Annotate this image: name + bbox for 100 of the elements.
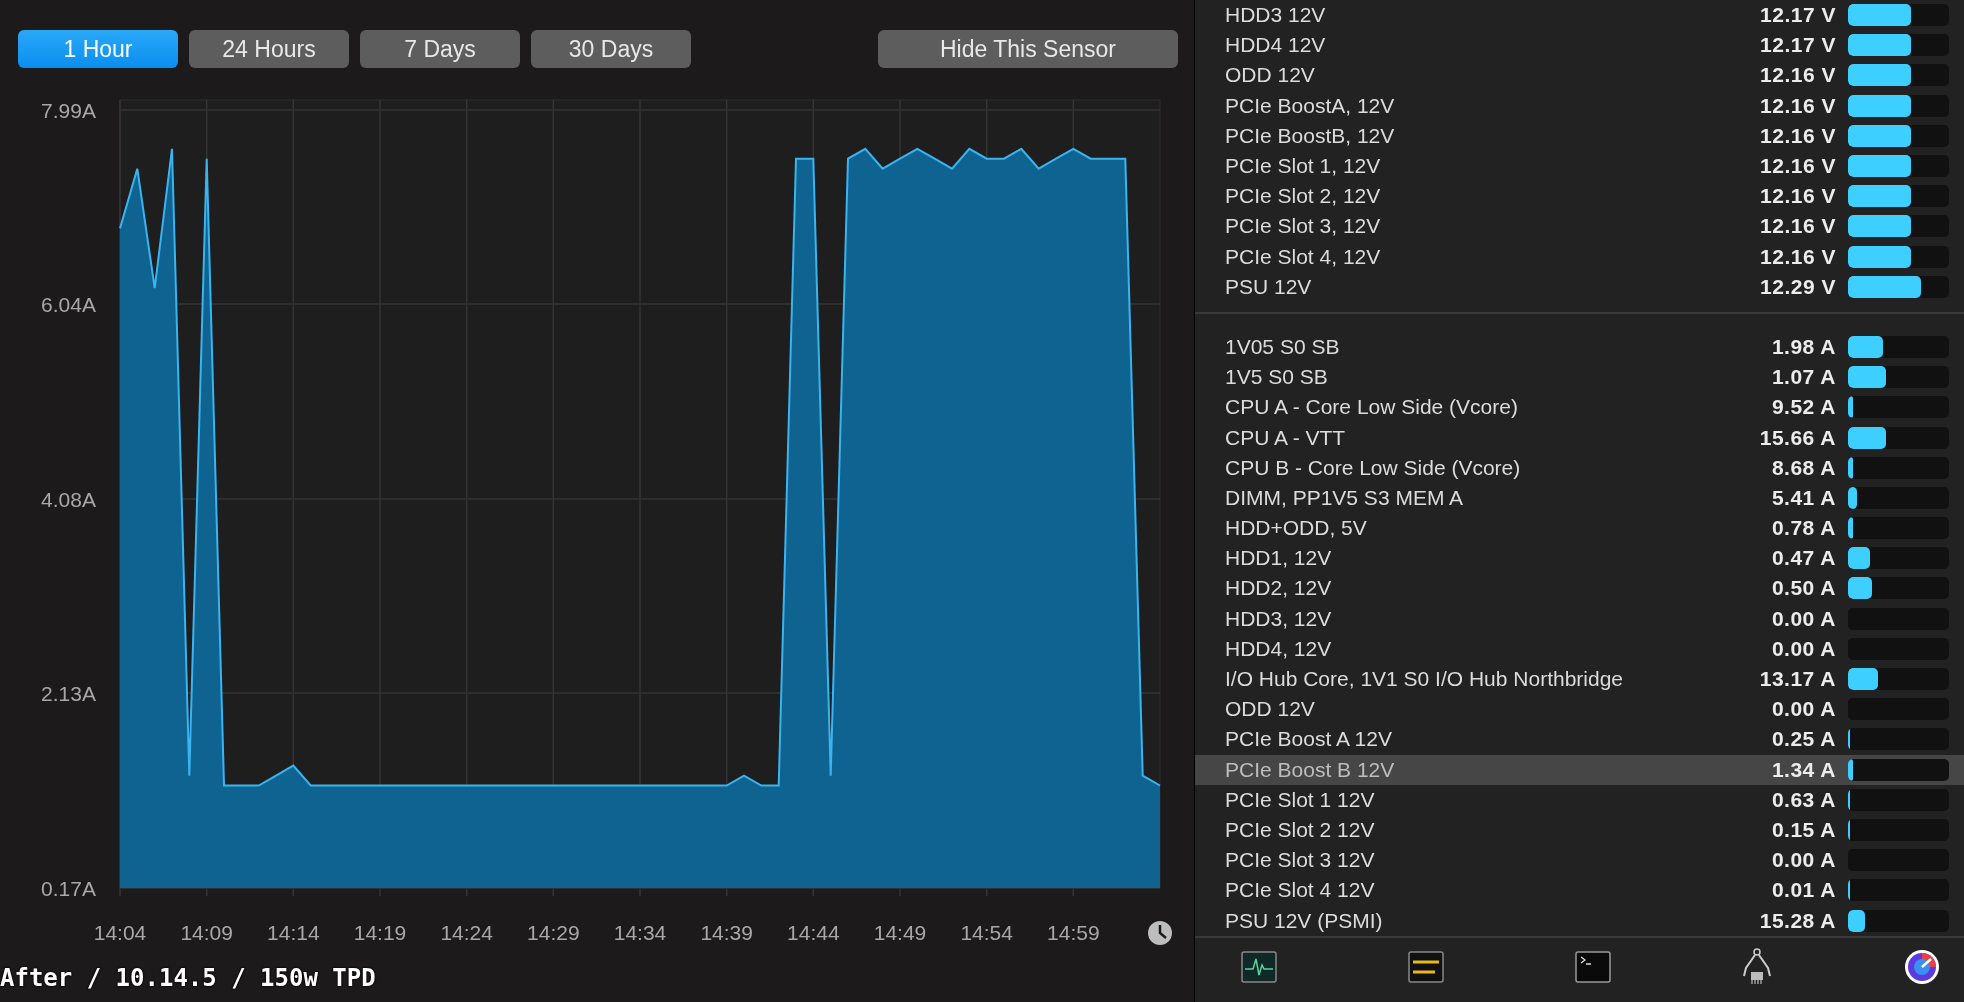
sensor-reading: 0.63 A	[1771, 787, 1836, 812]
sensor-row[interactable]: HDD3 12V 12.17 V	[1195, 0, 1964, 31]
y-axis-label: 0.17A	[41, 877, 96, 900]
sensor-reading: 12.16 V	[1760, 184, 1836, 209]
x-axis-label: 14:14	[267, 921, 320, 944]
sensor-name: HDD4, 12V	[1225, 636, 1333, 661]
sensor-name: HDD3 12V	[1225, 3, 1327, 28]
time-range-tab[interactable]: 24 Hours	[189, 30, 349, 68]
y-axis-label: 4.08A	[41, 488, 96, 511]
sensor-reading: 12.16 V	[1760, 123, 1836, 148]
sensor-name: HDD+ODD, 5V	[1225, 516, 1368, 541]
sensor-row[interactable]: HDD4, 12V 0.00 A	[1195, 633, 1964, 664]
sensor-reading: 12.16 V	[1760, 63, 1836, 88]
x-axis-label: 14:24	[440, 921, 493, 944]
sensor-name: PCIe Boost B 12V	[1225, 757, 1396, 782]
sensor-row[interactable]: ODD 12V 0.00 A	[1195, 694, 1964, 725]
sensor-row[interactable]: PSU 12V 12.29 V	[1195, 271, 1964, 302]
console-log-icon[interactable]	[1407, 951, 1444, 983]
sensor-row[interactable]: PCIe Slot 3, 12V 12.16 V	[1195, 211, 1964, 242]
caption-text: After / 10.14.5 / 150w TPD	[0, 964, 376, 992]
sensor-reading: 0.25 A	[1771, 727, 1836, 752]
sensor-reading: 12.16 V	[1760, 154, 1836, 179]
x-axis-label: 14:09	[180, 921, 233, 944]
sensor-name: PCIe Slot 4, 12V	[1225, 244, 1382, 269]
sensor-name: PCIe Slot 4 12V	[1225, 878, 1376, 903]
sensor-row[interactable]: HDD2, 12V 0.50 A	[1195, 573, 1964, 604]
sensor-row[interactable]: CPU A - Core Low Side (Vcore) 9.52 A	[1195, 392, 1964, 423]
sensor-name: DIMM, PP1V5 S3 MEM A	[1225, 485, 1465, 510]
sensor-row[interactable]: DIMM, PP1V5 S3 MEM A 5.41 A	[1195, 482, 1964, 513]
sensor-reading: 0.78 A	[1771, 516, 1836, 541]
sensor-name: 1V5 S0 SB	[1225, 365, 1329, 390]
y-axis-label: 7.99A	[41, 99, 96, 122]
sensor-row[interactable]: HDD1, 12V 0.47 A	[1195, 543, 1964, 574]
clock-icon[interactable]	[1148, 921, 1172, 945]
x-axis-label: 14:49	[873, 921, 927, 944]
sensor-name: PCIe Slot 3 12V	[1225, 848, 1376, 873]
sensor-name: ODD 12V	[1225, 63, 1316, 88]
x-axis-label: 14:59	[1047, 921, 1100, 944]
sensor-reading: 0.00 A	[1771, 636, 1836, 661]
sensor-row[interactable]: CPU A - VTT 15.66 A	[1195, 422, 1964, 453]
sensor-row[interactable]: PCIe Boost A 12V 0.25 A	[1195, 724, 1964, 755]
x-axis-label: 14:39	[700, 921, 753, 944]
sensor-name: PCIe BoostA, 12V	[1225, 93, 1396, 118]
sensor-row[interactable]: I/O Hub Core, 1V1 S0 I/O Hub Northbridge 13.17 A	[1195, 663, 1964, 695]
x-axis-label: 14:04	[93, 921, 147, 944]
sensor-name: ODD 12V	[1225, 697, 1316, 722]
sensor-reading: 1.34 A	[1771, 757, 1836, 782]
sensor-name: PCIe BoostB, 12V	[1225, 123, 1396, 148]
terminal-icon[interactable]	[1574, 951, 1611, 983]
sensor-row[interactable]: 1V05 S0 SB 1.98 A	[1195, 331, 1964, 363]
sensor-row[interactable]: CPU B - Core Low Side (Vcore) 8.68 A	[1195, 452, 1964, 483]
sensor-name: 1V05 S0 SB	[1225, 334, 1341, 359]
sensor-reading: 12.16 V	[1760, 244, 1836, 269]
sensor-reading: 12.17 V	[1760, 33, 1836, 58]
sensor-name: HDD1, 12V	[1225, 546, 1333, 571]
sensor-name: HDD4 12V	[1225, 33, 1327, 58]
x-axis-label: 14:29	[527, 921, 580, 944]
sensor-row[interactable]: PCIe Slot 3 12V 0.00 A	[1195, 845, 1964, 876]
sensor-row[interactable]: PCIe Slot 2, 12V 12.16 V	[1195, 181, 1964, 212]
sensor-reading: 0.15 A	[1771, 817, 1836, 842]
sensor-reading: 0.47 A	[1771, 546, 1836, 571]
sensor-row[interactable]: PCIe Boost B 12V 1.34 A	[1195, 754, 1964, 785]
time-range-tab[interactable]: 30 Days	[531, 30, 691, 68]
y-axis-label: 2.13A	[41, 682, 96, 705]
sensor-reading: 12.17 V	[1760, 3, 1836, 28]
x-axis-label: 14:54	[960, 921, 1013, 944]
sensor-name: PCIe Slot 2 12V	[1225, 817, 1376, 842]
sensor-row[interactable]: HDD+ODD, 5V 0.78 A	[1195, 513, 1964, 544]
sensor-name: CPU A - Core Low Side (Vcore)	[1225, 395, 1519, 420]
sensor-reading: 8.68 A	[1771, 455, 1836, 480]
sensor-row[interactable]: PCIe Slot 1 12V 0.63 A	[1195, 784, 1964, 815]
sensor-reading: 0.50 A	[1771, 576, 1836, 601]
sensor-reading: 15.28 A	[1759, 908, 1836, 933]
time-range-tab[interactable]: 7 Days	[360, 30, 520, 68]
sensor-row[interactable]: ODD 12V 12.16 V	[1195, 60, 1964, 91]
sensor-row[interactable]: PCIe Slot 2 12V 0.15 A	[1195, 814, 1964, 846]
sensor-reading: 5.41 A	[1771, 485, 1836, 510]
sensor-reading: 12.16 V	[1760, 214, 1836, 239]
sensor-row[interactable]: PSU 12V (PSMI) 15.28 A	[1195, 905, 1964, 936]
caliper-icon[interactable]	[1741, 948, 1774, 986]
sensor-row[interactable]: PCIe BoostA, 12V 12.16 V	[1195, 90, 1964, 121]
x-axis-label: 14:34	[613, 921, 667, 944]
sensor-row[interactable]: 1V5 S0 SB 1.07 A	[1195, 362, 1964, 393]
hide-sensor-button[interactable]: Hide This Sensor	[878, 30, 1178, 68]
sensor-row[interactable]: PCIe Slot 1, 12V 12.16 V	[1195, 150, 1964, 182]
sensor-name: PCIe Slot 1 12V	[1225, 787, 1376, 812]
sensor-row[interactable]: PCIe BoostB, 12V 12.16 V	[1195, 120, 1964, 151]
sensor-name: HDD3, 12V	[1225, 606, 1333, 631]
gauge-icon[interactable]	[1904, 949, 1940, 985]
sensor-name: CPU B - Core Low Side (Vcore)	[1225, 455, 1522, 480]
sensor-name: PCIe Slot 1, 12V	[1225, 154, 1382, 179]
heartbeat-monitor-icon[interactable]	[1241, 951, 1277, 983]
sensor-name: I/O Hub Core, 1V1 S0 I/O Hub Northbridge	[1225, 667, 1625, 692]
sensor-row[interactable]: HDD4 12V 12.17 V	[1195, 30, 1964, 61]
sensor-row[interactable]: HDD3, 12V 0.00 A	[1195, 603, 1964, 634]
sensor-name: PCIe Slot 3, 12V	[1225, 214, 1382, 239]
x-axis-label: 14:19	[353, 921, 407, 944]
sensor-row[interactable]: PCIe Slot 4 12V 0.01 A	[1195, 875, 1964, 906]
sensor-name: HDD2, 12V	[1225, 576, 1333, 601]
sensor-row[interactable]: PCIe Slot 4, 12V 12.16 V	[1195, 241, 1964, 272]
